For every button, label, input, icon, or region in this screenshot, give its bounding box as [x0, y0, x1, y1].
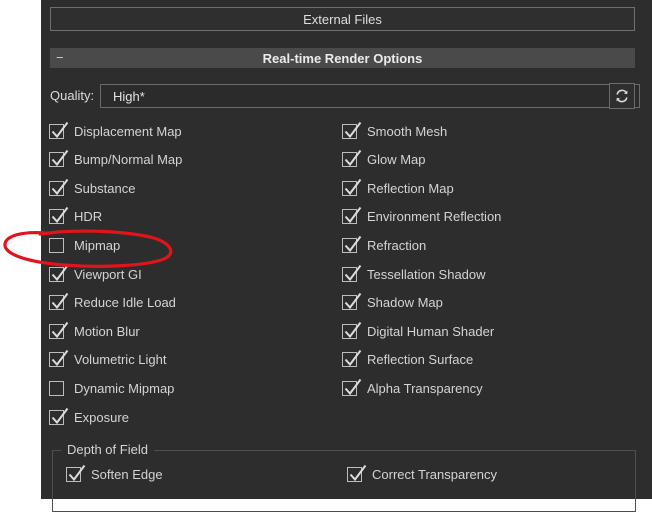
- option-digital-human-shader[interactable]: Digital Human Shader: [342, 321, 495, 340]
- collapse-icon[interactable]: −: [56, 48, 64, 68]
- quality-value: High*: [113, 88, 145, 104]
- option-label: Reduce Idle Load: [74, 295, 176, 311]
- section-title: Real-time Render Options: [262, 50, 423, 66]
- option-label: Environment Reflection: [367, 209, 502, 225]
- checkbox-checked-icon[interactable]: [49, 292, 69, 311]
- checkbox-checked-icon[interactable]: [342, 235, 362, 253]
- option-label: Smooth Mesh: [367, 123, 448, 139]
- external-files-button[interactable]: External Files: [50, 7, 635, 31]
- option-shadow-map[interactable]: Shadow Map: [342, 292, 443, 312]
- option-label: Viewport GI: [74, 266, 142, 282]
- option-reflection-surface[interactable]: Reflection Surface: [342, 350, 474, 369]
- depth-of-field-title: Depth of Field: [61, 442, 154, 457]
- option-label: Exposure: [74, 409, 129, 425]
- checkbox-checked-icon[interactable]: [342, 207, 362, 225]
- option-reduce-idle-load[interactable]: Reduce Idle Load: [49, 292, 176, 312]
- quality-dropdown[interactable]: High*: [100, 84, 640, 108]
- refresh-icon: [616, 89, 628, 103]
- option-bump-normal-map[interactable]: Bump/Normal Map: [49, 149, 183, 169]
- option-dynamic-mipmap[interactable]: Dynamic Mipmap: [49, 379, 174, 397]
- checkbox-checked-icon[interactable]: [66, 464, 86, 482]
- option-exposure[interactable]: Exposure: [49, 407, 129, 426]
- option-label: Shadow Map: [367, 295, 443, 311]
- checkbox-checked-icon[interactable]: [342, 378, 362, 396]
- checkbox-checked-icon[interactable]: [49, 178, 69, 196]
- option-label: Bump/Normal Map: [74, 152, 183, 168]
- checkbox-checked-icon[interactable]: [342, 350, 362, 368]
- checkbox-unchecked-icon[interactable]: [49, 380, 64, 396]
- option-alpha-transparency[interactable]: Alpha Transparency: [342, 378, 483, 397]
- external-files-label: External Files: [303, 11, 382, 27]
- checkbox-checked-icon[interactable]: [49, 407, 69, 425]
- option-label: Glow Map: [367, 152, 426, 168]
- option-label: Mipmap: [74, 237, 121, 253]
- option-label: Motion Blur: [74, 323, 140, 339]
- option-label: HDR: [74, 209, 103, 225]
- option-correct-transparency[interactable]: Correct Transparency: [347, 464, 497, 483]
- option-mipmap[interactable]: Mipmap: [49, 236, 120, 254]
- option-label: Correct Transparency: [372, 466, 497, 482]
- checkbox-checked-icon[interactable]: [49, 350, 69, 368]
- option-label: Volumetric Light: [74, 352, 167, 368]
- checkbox-checked-icon[interactable]: [342, 149, 362, 168]
- checkbox-checked-icon[interactable]: [342, 121, 362, 139]
- option-motion-blur[interactable]: Motion Blur: [49, 321, 140, 340]
- option-displacement-map[interactable]: Displacement Map: [49, 121, 182, 140]
- option-label: Soften Edge: [91, 466, 163, 482]
- option-reflection-map[interactable]: Reflection Map: [342, 178, 454, 197]
- option-refraction[interactable]: Refraction: [342, 235, 427, 254]
- option-soften-edge[interactable]: Soften Edge: [66, 464, 163, 483]
- option-environment-reflection[interactable]: Environment Reflection: [342, 207, 502, 226]
- option-label: Alpha Transparency: [367, 380, 483, 396]
- option-label: Reflection Map: [367, 180, 454, 196]
- option-substance[interactable]: Substance: [49, 178, 136, 197]
- checkbox-checked-icon[interactable]: [347, 464, 367, 482]
- refresh-button[interactable]: [609, 83, 635, 109]
- checkbox-checked-icon[interactable]: [342, 178, 362, 196]
- option-label: Dynamic Mipmap: [74, 380, 175, 396]
- option-hdr[interactable]: HDR: [49, 207, 103, 226]
- checkbox-checked-icon[interactable]: [342, 321, 362, 339]
- quality-label: Quality:: [50, 88, 95, 103]
- option-volumetric-light[interactable]: Volumetric Light: [49, 350, 167, 369]
- checkbox-checked-icon[interactable]: [49, 121, 69, 139]
- checkbox-checked-icon[interactable]: [49, 321, 69, 339]
- option-label: Displacement Map: [74, 123, 182, 139]
- checkbox-unchecked-icon[interactable]: [49, 237, 64, 253]
- checkbox-checked-icon[interactable]: [49, 207, 69, 225]
- section-header-realtime-render[interactable]: − Real-time Render Options: [50, 48, 635, 68]
- option-viewport-gi[interactable]: Viewport GI: [49, 264, 142, 283]
- option-smooth-mesh[interactable]: Smooth Mesh: [342, 121, 448, 140]
- option-label: Refraction: [367, 237, 427, 253]
- checkbox-checked-icon[interactable]: [49, 149, 69, 168]
- option-label: Reflection Surface: [367, 352, 474, 368]
- option-tessellation-shadow[interactable]: Tessellation Shadow: [342, 264, 486, 283]
- checkbox-checked-icon[interactable]: [342, 292, 362, 311]
- option-label: Substance: [74, 180, 136, 196]
- option-label: Digital Human Shader: [367, 323, 495, 339]
- checkbox-checked-icon[interactable]: [49, 264, 69, 282]
- option-glow-map[interactable]: Glow Map: [342, 149, 426, 169]
- render-options-panel: External Files − Real-time Render Option…: [41, 0, 652, 512]
- option-label: Tessellation Shadow: [367, 266, 486, 282]
- checkbox-checked-icon[interactable]: [342, 264, 362, 282]
